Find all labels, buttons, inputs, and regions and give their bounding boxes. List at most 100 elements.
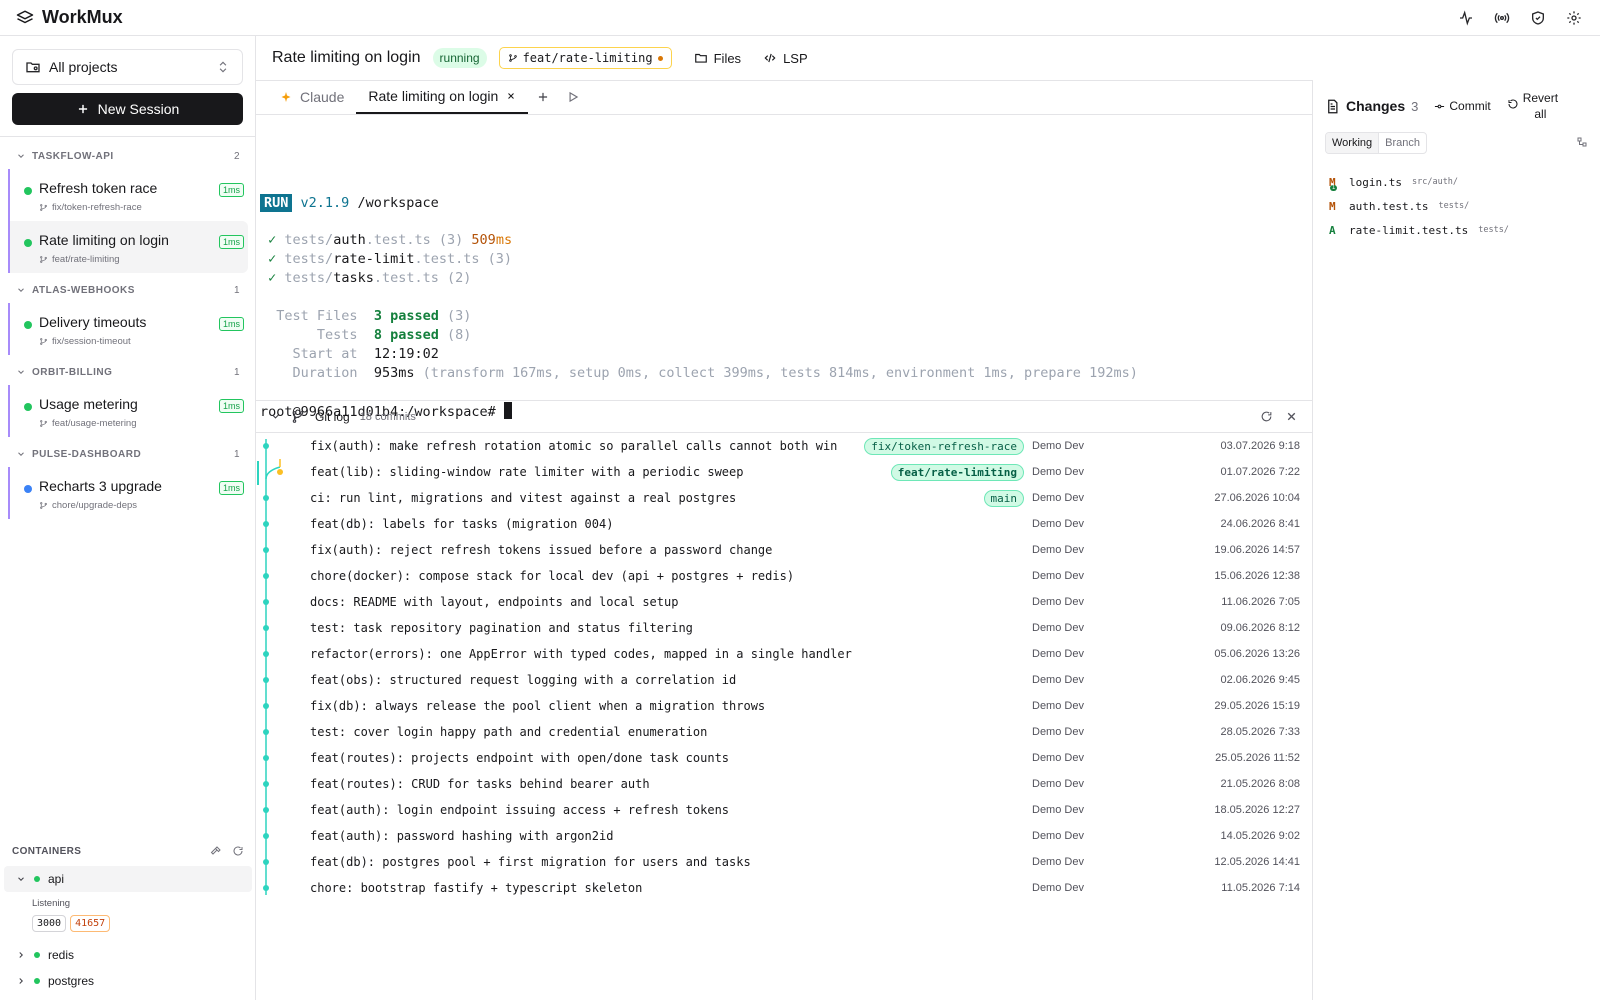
container-item-postgres[interactable]: postgres	[4, 968, 252, 994]
files-button[interactable]: Files	[694, 51, 741, 66]
commit-row[interactable]: feat(routes): projects endpoint with ope…	[256, 745, 1312, 771]
revert-label: Revert all	[1522, 91, 1559, 121]
commit-row[interactable]: feat(db): postgres pool + first migratio…	[256, 849, 1312, 875]
commit-date: 24.06.2026 8:41	[1220, 518, 1300, 530]
chevron-down-icon[interactable]	[270, 411, 281, 422]
session-item[interactable]: Delivery timeouts fix/session-timeout 1m…	[8, 303, 248, 355]
lsp-button[interactable]: LSP	[763, 51, 808, 66]
group-count: 1	[233, 448, 240, 460]
new-session-button[interactable]: New Session	[12, 93, 243, 125]
shield-check-icon[interactable]	[1528, 8, 1548, 28]
git-branch-icon	[39, 203, 48, 212]
seg-working[interactable]: Working	[1326, 133, 1380, 153]
summary-duration: Duration 953ms (transform 167ms, setup 0…	[292, 365, 1138, 381]
changed-file[interactable]: A rate-limit.test.ts tests/	[1313, 218, 1600, 242]
chevron-down-icon	[16, 874, 26, 884]
chevron-right-icon	[16, 950, 26, 960]
session-item[interactable]: Recharts 3 upgrade chore/upgrade-deps 1m…	[8, 467, 248, 519]
branch-ref-badge[interactable]: main	[983, 489, 1024, 507]
commit-row[interactable]: test: task repository pagination and sta…	[256, 615, 1312, 641]
refresh-icon[interactable]	[232, 845, 244, 857]
run-badge: RUN	[260, 194, 293, 212]
file-path: tests/	[1438, 201, 1470, 211]
group-name: TASKFLOW-API	[32, 150, 114, 162]
commit-row[interactable]: ci: run lint, migrations and vitest agai…	[256, 485, 1312, 511]
summary-test-files: Test Files 3 passed (3)	[276, 308, 472, 324]
group-header[interactable]: ORBIT-BILLING 1	[0, 359, 256, 385]
session-title: Refresh token race	[39, 180, 158, 196]
hammer-icon[interactable]	[210, 845, 222, 857]
group-header[interactable]: TASKFLOW-API 2	[0, 143, 256, 169]
branch-pill[interactable]: feat/rate-limiting	[498, 47, 672, 69]
commit-date: 03.07.2026 9:18	[1220, 440, 1300, 452]
commit-button[interactable]: Commit	[1434, 99, 1491, 113]
port-badge[interactable]: 3000	[32, 915, 67, 932]
port-list: 3000 41657	[32, 915, 256, 932]
commit-row[interactable]: feat(auth): login endpoint issuing acces…	[256, 797, 1312, 823]
changes-scope-toggle: Working Branch	[1325, 132, 1428, 154]
commit-author: Demo Dev	[1032, 752, 1084, 764]
commit-row[interactable]: feat(db): labels for tasks (migration 00…	[256, 511, 1312, 537]
activity-icon[interactable]	[1456, 8, 1476, 28]
status-dot	[24, 321, 32, 329]
tab-bar: Claude Rate limiting on login	[256, 81, 1312, 115]
port-badge[interactable]: 41657	[70, 915, 111, 932]
containers-title: CONTAINERS	[12, 845, 82, 857]
git-log-header[interactable]: Git log 18 commits	[256, 401, 1312, 433]
commit-row[interactable]: fix(db): always release the pool client …	[256, 693, 1312, 719]
close-icon[interactable]	[506, 91, 516, 101]
file-status: M	[1329, 199, 1336, 213]
status-dot	[24, 403, 32, 411]
session-item[interactable]: Rate limiting on login feat/rate-limitin…	[8, 221, 248, 273]
tree-view-icon[interactable]	[1576, 136, 1588, 148]
commit-row[interactable]: feat(routes): CRUD for tasks behind bear…	[256, 771, 1312, 797]
revert-all-button[interactable]: Revert all	[1507, 90, 1558, 122]
container-item-redis[interactable]: redis	[4, 942, 252, 968]
commit-author: Demo Dev	[1032, 830, 1084, 842]
close-icon[interactable]	[1285, 410, 1298, 423]
commit-row[interactable]: docs: README with layout, endpoints and …	[256, 589, 1312, 615]
session-branch: chore/upgrade-deps	[39, 500, 240, 511]
session-item[interactable]: Refresh token race fix/token-refresh-rac…	[8, 169, 248, 221]
commit-row[interactable]: fix(auth): make refresh rotation atomic …	[256, 433, 1312, 459]
branch-ref-badge[interactable]: feat/rate-limiting	[890, 463, 1024, 481]
commit-row[interactable]: refactor(errors): one AppError with type…	[256, 641, 1312, 667]
branch-ref-badge[interactable]: fix/token-refresh-race	[864, 437, 1024, 455]
commit-row[interactable]: chore: bootstrap fastify + typescript sk…	[256, 875, 1312, 901]
refresh-icon[interactable]	[1260, 410, 1273, 423]
commit-author: Demo Dev	[1032, 544, 1084, 556]
project-select[interactable]: All projects	[12, 49, 243, 85]
tab-claude[interactable]: Claude	[268, 80, 356, 114]
commit-row[interactable]: feat(lib): sliding-window rate limiter w…	[256, 459, 1312, 485]
commit-row[interactable]: fix(auth): reject refresh tokens issued …	[256, 537, 1312, 563]
container-item-api[interactable]: api	[4, 866, 252, 892]
commit-message: test: cover login happy path and credent…	[310, 725, 708, 739]
commit-row[interactable]: test: cover login happy path and credent…	[256, 719, 1312, 745]
commit-message: test: task repository pagination and sta…	[310, 621, 693, 635]
latency-badge: 1ms	[218, 399, 244, 413]
broadcast-icon[interactable]	[1492, 8, 1512, 28]
changes-panel: Changes 3 Commit Revert all Working Branc…	[1312, 80, 1600, 1000]
brand[interactable]: WorkMux	[16, 7, 123, 28]
commit-row[interactable]: chore(docker): compose stack for local d…	[256, 563, 1312, 589]
terminal[interactable]: RUN v2.1.9 /workspace ✓ tests/auth.test.…	[256, 116, 1312, 432]
page-title: Rate limiting on login	[272, 49, 421, 66]
commit-author: Demo Dev	[1032, 466, 1084, 478]
git-log-panel: Git log 18 commits fix(auth): make refre…	[256, 400, 1312, 1000]
commit-date: 29.05.2026 15:19	[1214, 700, 1300, 712]
changed-file[interactable]: M auth.test.ts tests/	[1313, 194, 1600, 218]
run-button[interactable]	[558, 80, 588, 114]
gear-icon[interactable]	[1564, 8, 1584, 28]
file-name: auth.test.ts	[1349, 199, 1429, 213]
test-result-line: ✓ tests/auth.test.ts (3) 509ms	[268, 232, 513, 248]
session-item[interactable]: Usage metering feat/usage-metering 1ms	[8, 385, 248, 437]
tab-rate-limiting[interactable]: Rate limiting on login	[356, 80, 529, 114]
commit-row[interactable]: feat(auth): password hashing with argon2…	[256, 823, 1312, 849]
file-path: tests/	[1478, 225, 1509, 235]
group-header[interactable]: PULSE-DASHBOARD 1	[0, 441, 256, 467]
seg-branch[interactable]: Branch	[1379, 133, 1426, 153]
changed-file[interactable]: M 1 login.ts src/auth/	[1313, 170, 1600, 194]
commit-row[interactable]: feat(obs): structured request logging wi…	[256, 667, 1312, 693]
group-header[interactable]: ATLAS-WEBHOOKS 1	[0, 277, 256, 303]
add-tab-button[interactable]	[528, 80, 558, 114]
